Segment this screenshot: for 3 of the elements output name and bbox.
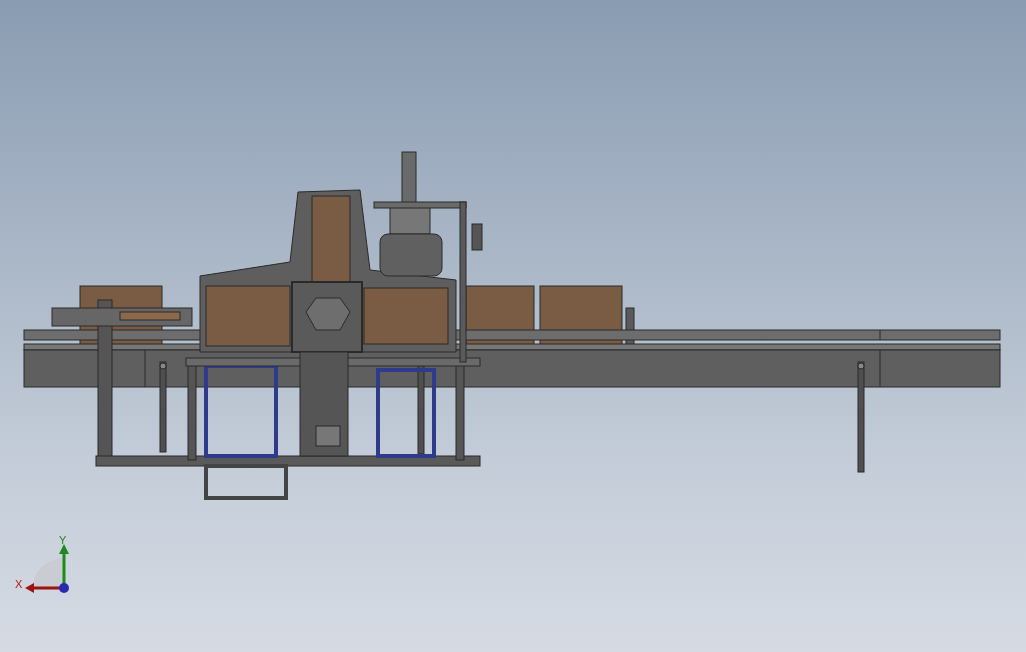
axis-triad-icon: [25, 544, 69, 593]
x-axis-label: X: [15, 578, 23, 590]
y-axis-label: Y: [59, 534, 67, 546]
